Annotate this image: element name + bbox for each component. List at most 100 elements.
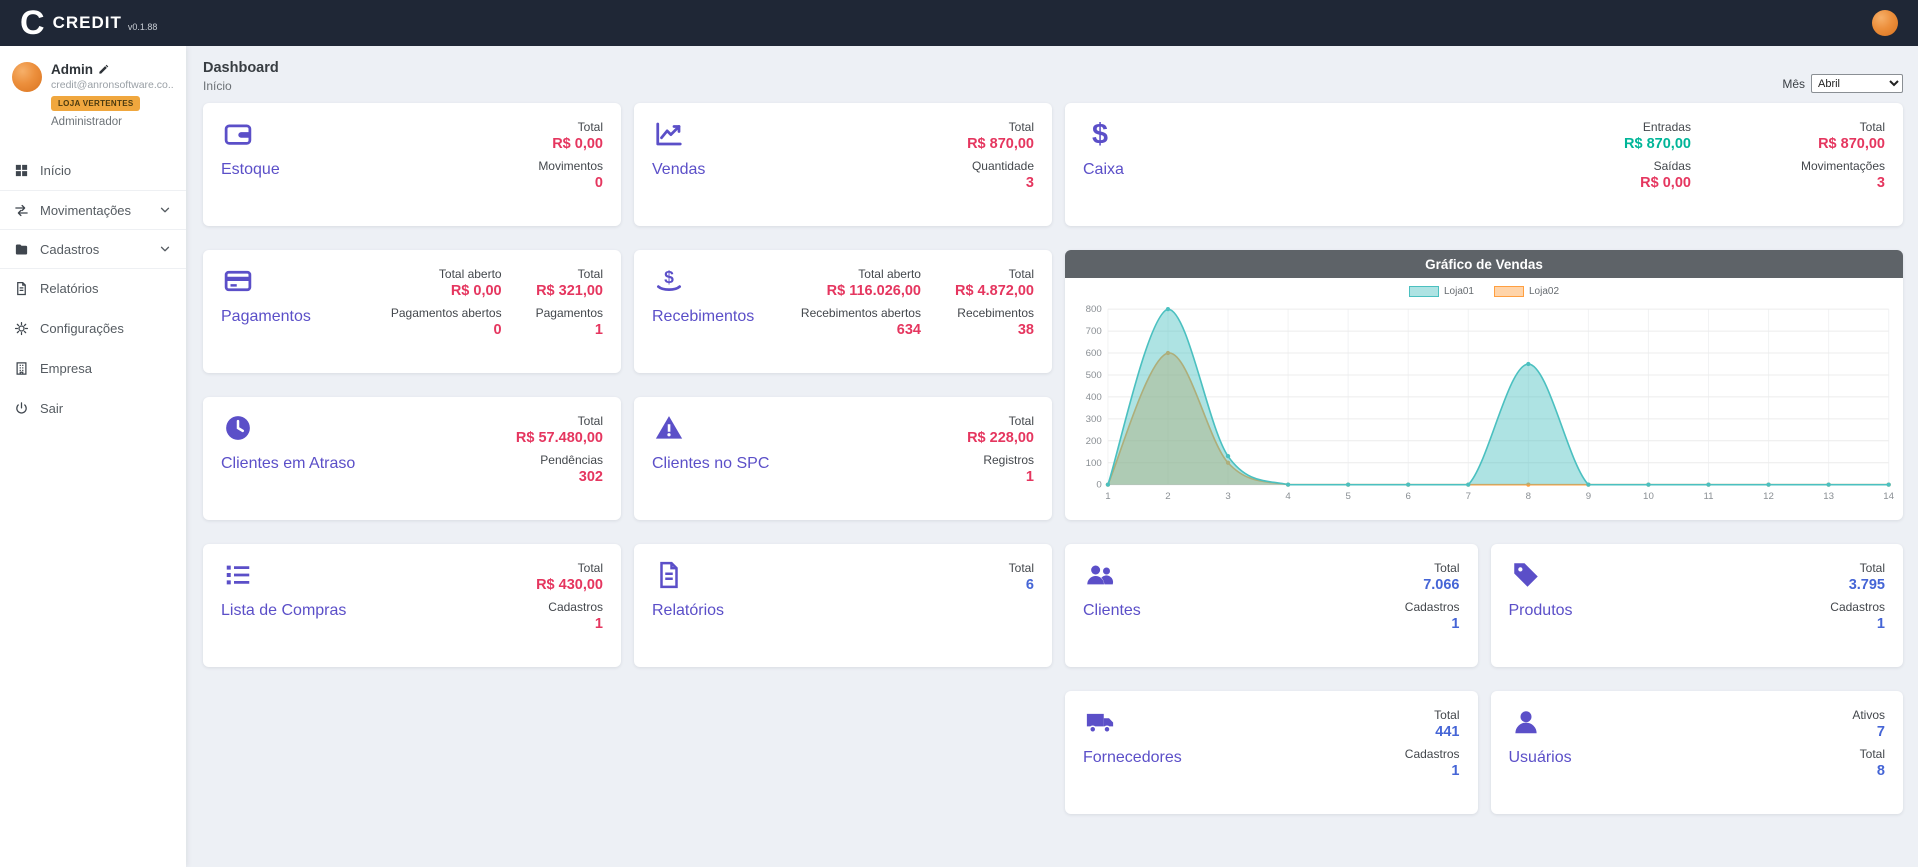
sidebar-item-movimentacoes[interactable]: Movimentações (0, 190, 186, 230)
card-pagamentos[interactable]: Pagamentos Total abertoR$ 0,00Pagamentos … (203, 250, 621, 373)
sidebar-item-label: Relatórios (40, 281, 172, 296)
card-recebimentos[interactable]: $RecebimentosTotal abertoR$ 116.026,00Re… (634, 250, 1052, 373)
edit-profile-icon[interactable] (98, 64, 109, 75)
sidebar-item-label: Configurações (40, 321, 172, 336)
stat-group: Total6 (1009, 560, 1034, 651)
breadcrumb: Início (203, 79, 279, 93)
user-name: Admin (51, 62, 93, 77)
svg-text:100: 100 (1086, 458, 1102, 469)
tag-icon (1511, 560, 1541, 590)
card-stats: TotalR$ 57.480,00Pendências302 (516, 413, 603, 504)
stat-value: 7.066 (1423, 577, 1459, 593)
cards-column-3: $CaixaEntradasR$ 870,00SaídasR$ 0,00Tota… (1065, 103, 1903, 814)
truck-icon (1085, 707, 1115, 737)
stat-label: Pendências (540, 453, 603, 467)
stat-label: Total (578, 267, 603, 281)
stat-label: Recebimentos abertos (801, 306, 921, 320)
stat-label: Quantidade (972, 159, 1034, 173)
svg-text:1: 1 (1105, 491, 1110, 502)
user-email: credit@anronsoftware.co... (51, 79, 174, 91)
sidebar-item-label: Movimentações (40, 203, 147, 218)
file-icon (14, 281, 29, 296)
page-title: Dashboard (203, 60, 279, 76)
stat-value: 7 (1877, 724, 1885, 740)
card-left: Estoque (221, 119, 280, 210)
stat-group: Total abertoR$ 0,00Pagamentos abertos0 (391, 266, 502, 357)
month-select[interactable]: Abril (1811, 74, 1903, 93)
legend-label: Loja02 (1529, 286, 1559, 297)
card-vendas[interactable]: Vendas TotalR$ 870,00Quantidade3 (634, 103, 1052, 226)
sidebar-item-sair[interactable]: Sair (0, 388, 186, 428)
svg-text:7: 7 (1466, 491, 1471, 502)
card-left: Clientes no SPC (652, 413, 769, 504)
sidebar-item-empresa[interactable]: Empresa (0, 348, 186, 388)
sidebar-item-inicio[interactable]: Início (0, 150, 186, 190)
cards-column-2: VendasTotalR$ 870,00Quantidade3$Recebime… (634, 103, 1052, 667)
svg-text:9: 9 (1586, 491, 1591, 502)
stat-value: 1 (1026, 469, 1034, 485)
card-fornecedores[interactable]: Fornecedores Total441Cadastros1 (1065, 691, 1478, 814)
app-version: v0.1.88 (128, 22, 158, 32)
card-produtos[interactable]: Produtos Total3.795Cadastros1 (1491, 544, 1904, 667)
profile-info: Admin credit@anronsoftware.co... LOJA VE… (51, 62, 174, 128)
stat-group: TotalR$ 57.480,00Pendências302 (516, 413, 603, 504)
card-left: Lista de Compras (221, 560, 346, 651)
card-relatorios[interactable]: Relatórios Total6 (634, 544, 1052, 667)
card-lista-de-compras[interactable]: Lista de ComprasTotalR$ 430,00Cadastros1 (203, 544, 621, 667)
card-left: Relatórios (652, 560, 724, 651)
svg-text:12: 12 (1763, 491, 1774, 502)
user-avatar[interactable] (1872, 10, 1898, 36)
card-left: $Recebimentos (652, 266, 754, 357)
sidebar-item-configuracoes[interactable]: Configurações (0, 308, 186, 348)
card-title: Produtos (1509, 602, 1573, 620)
cards-column-1: Estoque TotalR$ 0,00Movimentos0 Pagamentos… (203, 103, 621, 667)
app-logo: C (20, 6, 45, 40)
stat-value: R$ 870,00 (1624, 136, 1691, 152)
card-title: Pagamentos (221, 308, 311, 326)
stat-label: Total aberto (439, 267, 502, 281)
stat-group: TotalR$ 0,00Movimentos0 (538, 119, 603, 210)
stat-value: R$ 4.872,00 (955, 283, 1034, 299)
card-title: Caixa (1083, 161, 1124, 179)
profile-section: Admin credit@anronsoftware.co... LOJA VE… (0, 62, 186, 142)
stat-label: Total (1009, 414, 1034, 428)
card-usuarios[interactable]: UsuáriosAtivos7Total8 (1491, 691, 1904, 814)
card-clientes-em-atraso[interactable]: Clientes em AtrasoTotalR$ 57.480,00Pendê… (203, 397, 621, 520)
legend-item-loja01[interactable]: Loja01 (1409, 286, 1474, 297)
stat-value: 634 (897, 322, 921, 338)
app-name: CREDIT (53, 13, 122, 33)
sidebar-item-label: Cadastros (40, 242, 147, 257)
card-left: Vendas (652, 119, 705, 210)
stat-label: Movimentos (538, 159, 603, 173)
warning-icon (654, 413, 684, 443)
sidebar-item-cadastros[interactable]: Cadastros (0, 229, 186, 269)
stat-label: Cadastros (1830, 600, 1885, 614)
legend-swatch (1409, 286, 1439, 297)
card-caixa[interactable]: $CaixaEntradasR$ 870,00SaídasR$ 0,00Tota… (1065, 103, 1903, 226)
card-estoque[interactable]: Estoque TotalR$ 0,00Movimentos0 (203, 103, 621, 226)
stat-group: TotalR$ 870,00Quantidade3 (967, 119, 1034, 210)
svg-text:$: $ (664, 267, 674, 287)
card-left: Fornecedores (1083, 707, 1182, 798)
stat-label: Cadastros (1405, 747, 1460, 761)
card-title: Clientes no SPC (652, 455, 769, 473)
stat-group: TotalR$ 4.872,00Recebimentos38 (955, 266, 1034, 357)
card-stats: Total3.795Cadastros1 (1830, 560, 1885, 651)
svg-text:600: 600 (1086, 348, 1102, 359)
stat-label: Total (1009, 267, 1034, 281)
stat-value: R$ 228,00 (967, 430, 1034, 446)
legend-item-loja02[interactable]: Loja02 (1494, 286, 1559, 297)
power-icon (14, 401, 29, 416)
card-clientes-no-spc[interactable]: Clientes no SPCTotalR$ 228,00Registros1 (634, 397, 1052, 520)
stat-label: Total (578, 414, 603, 428)
svg-text:800: 800 (1086, 304, 1102, 315)
card-clientes[interactable]: ClientesTotal7.066Cadastros1 (1065, 544, 1478, 667)
stat-value: 1 (1451, 616, 1459, 632)
sidebar-item-label: Sair (40, 401, 172, 416)
main-content: Dashboard Início Mês Abril EstoqueTotalR… (186, 46, 1918, 867)
card-stats: TotalR$ 870,00Quantidade3 (967, 119, 1034, 210)
sidebar-item-relatorios[interactable]: Relatórios (0, 268, 186, 308)
stat-label: Total (1434, 708, 1459, 722)
card-stats: Total441Cadastros1 (1405, 707, 1460, 798)
stat-label: Total (1860, 120, 1885, 134)
